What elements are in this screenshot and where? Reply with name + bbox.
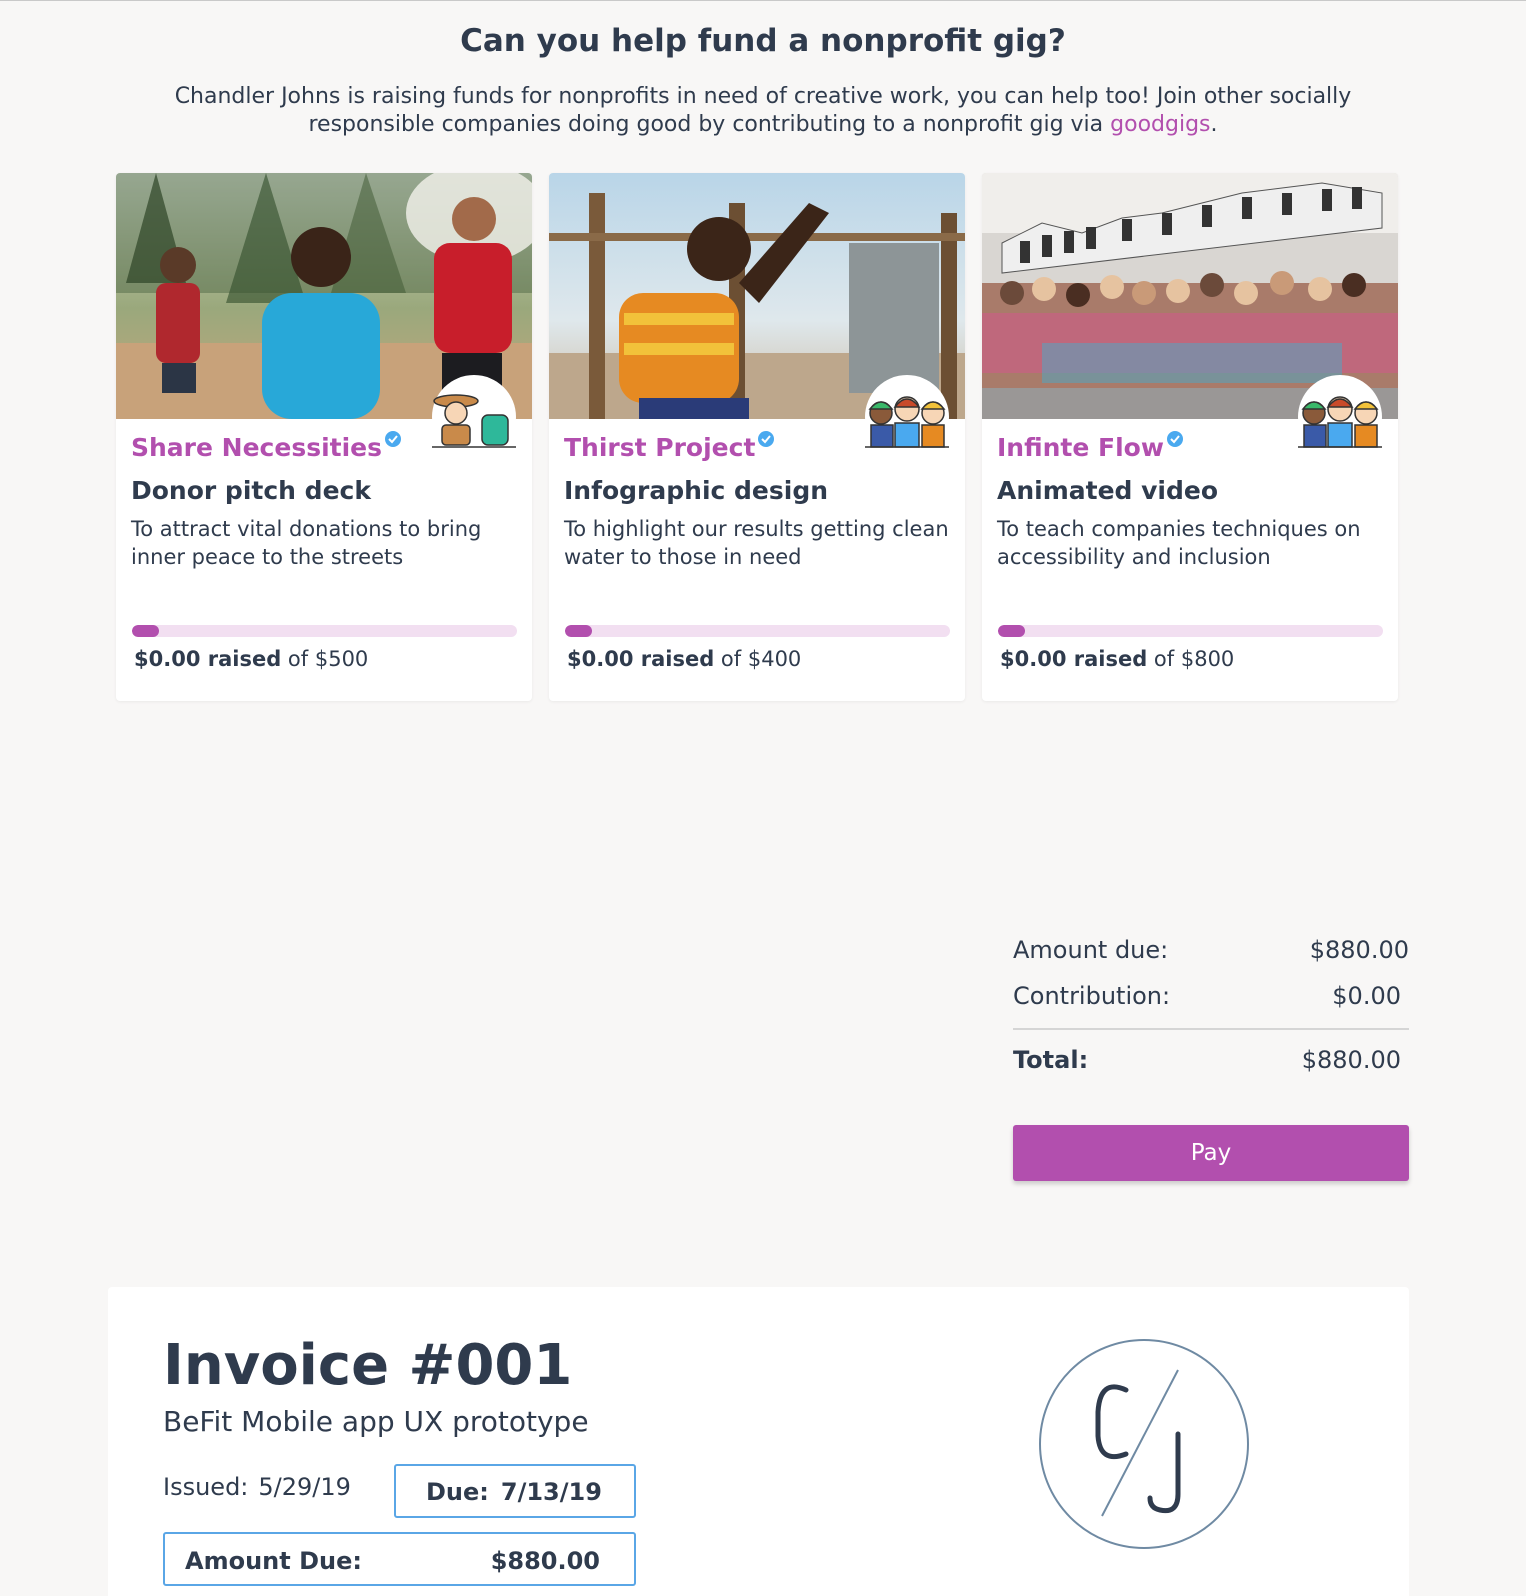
amount-due-row: Amount due: $880.00: [1013, 936, 1409, 982]
verified-icon: [1166, 431, 1183, 447]
funding-progress-bar: [998, 625, 1383, 637]
goodgigs-link[interactable]: goodgigs: [1110, 112, 1210, 137]
raised-amount: $0.00 raised: [567, 647, 715, 671]
goal-amount: of $500: [281, 647, 369, 671]
funding-progress-bar: [132, 625, 517, 637]
funding-status: $0.00 raised of $500: [134, 647, 368, 671]
invoice-amount-due-value: $880.00: [490, 1547, 600, 1575]
issued-value: 5/29/19: [258, 1473, 351, 1501]
total-row: Total: $880.00: [1013, 1046, 1409, 1092]
gig-title: Donor pitch deck: [131, 476, 371, 505]
gig-description: To highlight our results getting clean w…: [564, 517, 949, 569]
contribution-value: $0.00: [1332, 982, 1401, 1010]
intro-text: Chandler Johns is raising funds for nonp…: [150, 83, 1376, 139]
org-name-text: Infinte Flow: [997, 433, 1164, 462]
intro-end: .: [1210, 112, 1218, 137]
verified-icon: [385, 431, 402, 447]
funding-progress-fill: [998, 625, 1025, 637]
nonprofit-team-icon: [865, 375, 949, 455]
org-name[interactable]: Share Necessities: [131, 431, 402, 462]
issued-label: Issued:: [163, 1473, 249, 1501]
amount-due-label: Amount due:: [1013, 936, 1169, 964]
goal-amount: of $800: [1147, 647, 1235, 671]
due-label: Due:: [426, 1478, 489, 1506]
org-name-text: Thirst Project: [564, 433, 756, 462]
nonprofit-mascot-icon: [432, 375, 516, 455]
gig-card-infinte-flow[interactable]: Infinte Flow Animated video To teach com…: [982, 173, 1398, 701]
due-value: 7/13/19: [500, 1478, 602, 1506]
amount-due-value: $880.00: [1309, 936, 1409, 964]
raised-amount: $0.00 raised: [134, 647, 282, 671]
funding-progress-bar: [565, 625, 950, 637]
invoice-subtitle: BeFit Mobile app UX prototype: [163, 1405, 589, 1438]
due-date-box: Due: 7/13/19: [394, 1464, 636, 1518]
amount-due-box: Amount Due: $880.00: [163, 1532, 636, 1586]
funding-progress-fill: [132, 625, 159, 637]
contribution-label: Contribution:: [1013, 982, 1171, 1010]
gig-title: Animated video: [997, 476, 1219, 505]
org-name[interactable]: Infinte Flow: [997, 431, 1184, 462]
gig-description: To teach companies techniques on accessi…: [997, 517, 1361, 569]
page-title: Can you help fund a nonprofit gig?: [460, 23, 1066, 59]
gig-description: To attract vital donations to bring inne…: [131, 517, 482, 569]
total-label: Total:: [1013, 1046, 1089, 1074]
summary-divider: [1013, 1028, 1409, 1030]
funding-status: $0.00 raised of $400: [567, 647, 801, 671]
nonprofit-team-icon: [1298, 375, 1382, 455]
issued-date: Issued: 5/29/19: [163, 1473, 351, 1501]
gig-card-thirst-project[interactable]: Thirst Project Infographic design To hig…: [549, 173, 965, 701]
invoice-panel: Invoice #001 BeFit Mobile app UX prototy…: [108, 1287, 1409, 1596]
cj-logo: [1039, 1339, 1249, 1549]
funding-progress-fill: [565, 625, 592, 637]
total-value: $880.00: [1301, 1046, 1401, 1074]
org-name-text: Share Necessities: [131, 433, 383, 462]
invoice-title: Invoice #001: [163, 1333, 573, 1398]
gig-title: Infographic design: [564, 476, 829, 505]
contribution-row: Contribution: $0.00: [1013, 982, 1409, 1028]
goal-amount: of $400: [714, 647, 802, 671]
pay-button[interactable]: Pay: [1013, 1125, 1409, 1181]
verified-icon: [758, 431, 775, 447]
payment-summary: Amount due: $880.00 Contribution: $0.00 …: [1013, 936, 1409, 1092]
raised-amount: $0.00 raised: [1000, 647, 1148, 671]
funding-status: $0.00 raised of $800: [1000, 647, 1234, 671]
gig-card-share-necessities[interactable]: Share Necessities Donor pitch deck To at…: [116, 173, 532, 701]
invoice-amount-due-label: Amount Due:: [185, 1547, 362, 1575]
org-name[interactable]: Thirst Project: [564, 431, 775, 462]
